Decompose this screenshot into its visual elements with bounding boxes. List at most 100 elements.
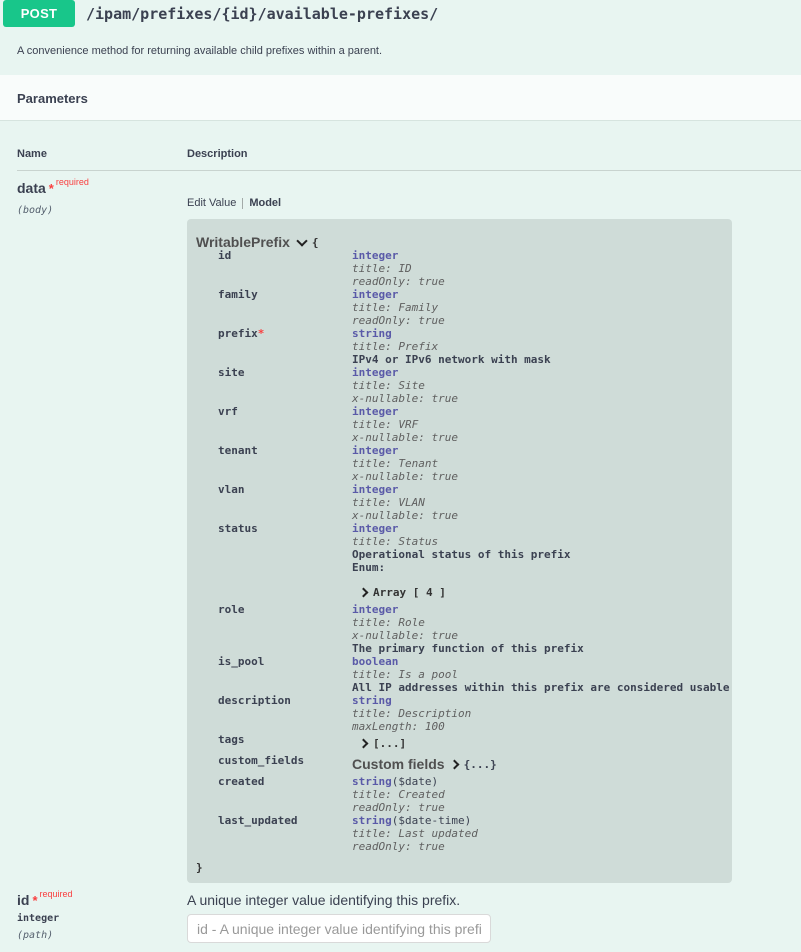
prop-value: string title: Prefix IPv4 or IPv6 network … [352, 327, 551, 366]
prop-meta: title: Prefix [352, 340, 439, 353]
prop-type: integer [352, 405, 458, 418]
prop-type: string($date-time) [352, 814, 478, 827]
tab-edit-value[interactable]: Edit Value [187, 197, 236, 209]
type-text: string [352, 814, 392, 827]
column-header-name: Name [17, 148, 47, 160]
prop-name: description [218, 694, 291, 707]
prop-value: integer title: VRF x-nullable: true [352, 405, 458, 444]
model-prop-id: id [218, 249, 231, 262]
param-type-id: integer [17, 913, 60, 924]
model-title[interactable]: WritablePrefix { [196, 234, 319, 250]
model-box: WritablePrefix { id integer title: ID readO… [187, 219, 732, 883]
prop-type: integer [352, 603, 584, 616]
chevron-down-icon[interactable] [296, 234, 308, 247]
header-divider [17, 170, 801, 171]
param-name-text: id [17, 892, 30, 908]
prop-value: [...] [352, 733, 406, 754]
model-prop-last-updated: last_updated [218, 814, 297, 827]
method-badge: POST [3, 0, 75, 27]
custom-fields-title: Custom fields [352, 756, 445, 772]
prop-value: string($date-time) title: Last updated rea… [352, 814, 478, 853]
type-text: integer [352, 366, 399, 379]
id-input[interactable] [187, 914, 491, 943]
expand-toggle[interactable]: Array [ 4 ] [358, 582, 571, 603]
prop-name: status [218, 522, 258, 535]
type-text: integer [352, 288, 399, 301]
prop-type: integer [352, 444, 458, 457]
body-tabs: Edit Value Model [187, 197, 281, 209]
prop-name: vrf [218, 405, 238, 418]
model-name: WritablePrefix [196, 234, 290, 250]
prop-name: last_updated [218, 814, 298, 827]
prop-meta: x-nullable: true [352, 470, 458, 483]
required-star: * [257, 327, 265, 340]
open-brace: { [311, 235, 319, 249]
type-text: integer [352, 603, 399, 616]
prop-meta: x-nullable: true [352, 392, 458, 405]
prop-value: boolean title: Is a pool All IP addresses … [352, 655, 730, 694]
model-prop-tags: tags [218, 733, 245, 746]
param-name-data: data * required [17, 177, 89, 196]
param-description-id: A unique integer value identifying this … [187, 892, 461, 908]
prop-type: integer [352, 366, 458, 379]
prop-meta: title: ID [352, 262, 412, 275]
expand-label: Array [ 4 ] [373, 586, 446, 599]
chevron-right-icon[interactable] [358, 587, 369, 598]
prop-name: created [218, 775, 265, 788]
model-prop-site: site [218, 366, 245, 379]
prop-name: custom_fields [218, 754, 305, 767]
model-prop-family: family [218, 288, 258, 301]
prop-value: string($date) title: Created readOnly: tru… [352, 775, 445, 814]
prop-type: integer [352, 522, 571, 535]
parameters-header: Parameters [0, 75, 801, 121]
prop-value: integer title: Status Operational status o… [352, 522, 571, 603]
prop-name: family [218, 288, 258, 301]
prop-meta: readOnly: true [352, 840, 445, 853]
param-name-id: id * required [17, 889, 73, 908]
model-prop-prefix: prefix* [218, 327, 264, 340]
prop-type: integer [352, 483, 458, 496]
prop-meta: readOnly: true [352, 314, 445, 327]
type-text: integer [352, 249, 399, 262]
type-format: ($date) [391, 775, 439, 788]
tab-separator [242, 197, 244, 209]
model-prop-vlan: vlan [218, 483, 245, 496]
prop-type: integer [352, 288, 445, 301]
type-text: boolean [352, 655, 399, 668]
prop-type: string($date) [352, 775, 445, 788]
prop-name: tenant [218, 444, 258, 457]
tab-model[interactable]: Model [249, 197, 281, 209]
param-in-body: (body) [17, 205, 54, 216]
custom-fields-toggle[interactable]: Custom fields {...} [352, 754, 497, 775]
prop-meta: title: VRF [352, 418, 419, 431]
chevron-right-icon[interactable] [358, 738, 369, 749]
prop-description: The primary function of this prefix [352, 642, 584, 655]
prop-meta: title: Status [352, 535, 439, 548]
parameters-title: Parameters [17, 91, 88, 106]
prop-value: integer title: Site x-nullable: true [352, 366, 458, 405]
prop-description: IPv4 or IPv6 network with mask [352, 353, 551, 366]
operation-path: /ipam/prefixes/{id}/available-prefixes/ [86, 5, 439, 23]
prop-meta: x-nullable: true [352, 629, 458, 642]
operation-summary[interactable]: POST /ipam/prefixes/{id}/available-prefi… [0, 0, 801, 30]
type-text: string [352, 694, 392, 707]
prop-description: Enum: [352, 561, 386, 574]
required-label: required [39, 889, 73, 899]
prop-meta: x-nullable: true [352, 431, 458, 444]
type-text: integer [352, 444, 399, 457]
prop-value: integer title: VLAN x-nullable: true [352, 483, 458, 522]
chevron-right-icon[interactable] [449, 759, 460, 770]
prop-name: tags [218, 733, 245, 746]
model-prop-status: status [218, 522, 258, 535]
prop-description: Operational status of this prefix [352, 548, 571, 561]
prop-meta: title: Description [352, 707, 472, 720]
prop-name: vlan [218, 483, 245, 496]
prop-value: integer title: ID readOnly: true [352, 249, 445, 288]
param-in-path: (path) [17, 930, 54, 941]
required-star: * [48, 181, 54, 196]
prop-value: integer title: Tenant x-nullable: true [352, 444, 458, 483]
prop-meta: title: Created [352, 788, 445, 801]
model-prop-description: description [218, 694, 291, 707]
expand-toggle[interactable]: [...] [358, 733, 406, 754]
required-label: required [55, 177, 89, 187]
